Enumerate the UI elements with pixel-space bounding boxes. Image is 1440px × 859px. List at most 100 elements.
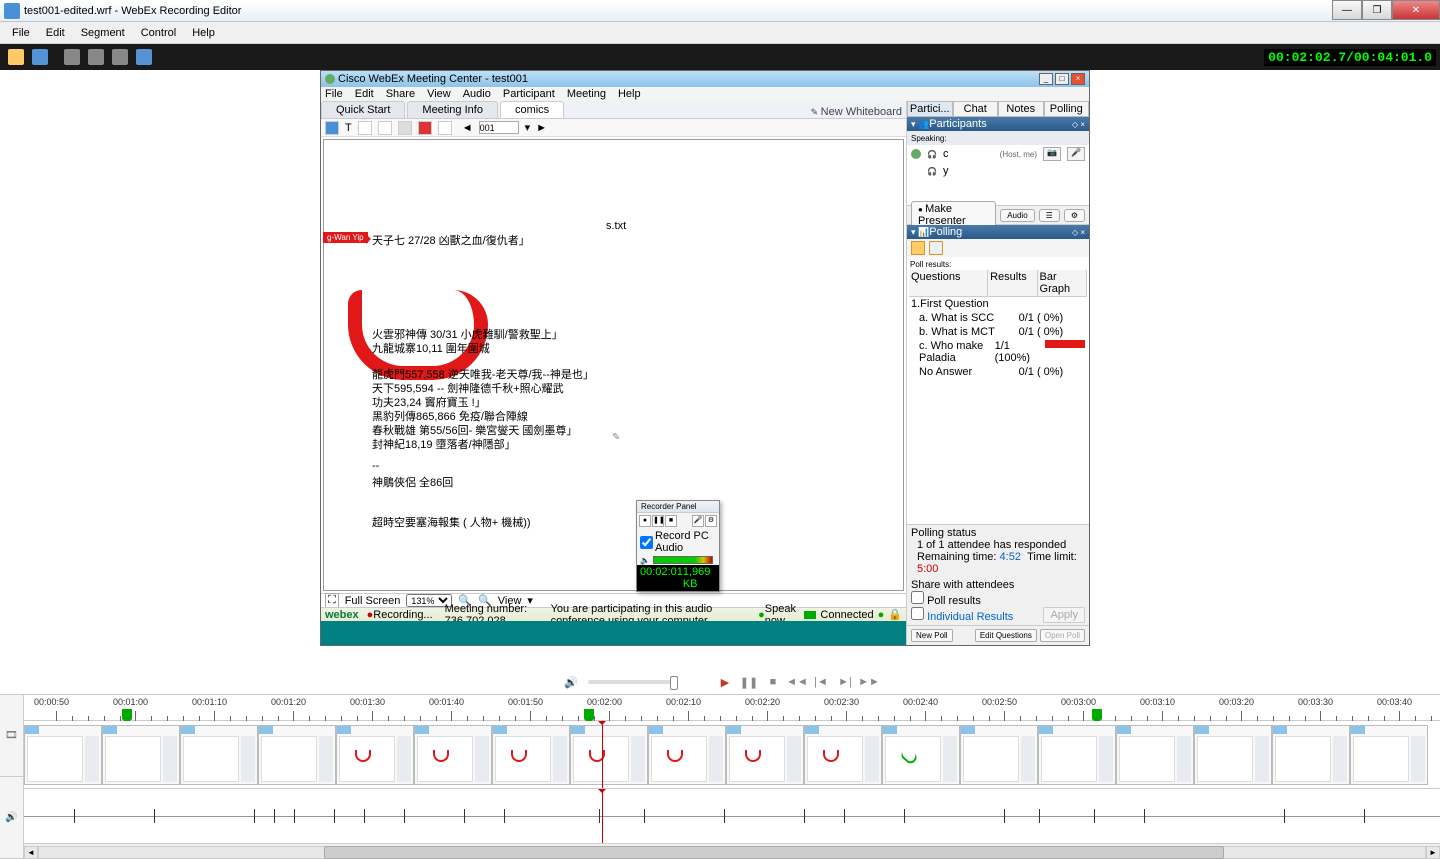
- stop-button[interactable]: ■: [766, 675, 780, 689]
- eraser-tool-icon[interactable]: [438, 121, 452, 135]
- rtab-polling[interactable]: Polling: [1044, 101, 1090, 117]
- time-ruler[interactable]: 00:00:5000:01:0000:01:1000:01:2000:01:30…: [24, 695, 1440, 721]
- thumbnail[interactable]: [336, 725, 414, 785]
- menu-edit[interactable]: Edit: [38, 25, 73, 41]
- play-button[interactable]: ▶: [718, 675, 732, 689]
- timeline-marker[interactable]: [122, 709, 132, 719]
- rec-stop-button[interactable]: ■: [665, 515, 677, 527]
- participant-row[interactable]: 🎧 y: [907, 163, 1089, 179]
- mmenu-help[interactable]: Help: [618, 88, 641, 100]
- thumbnail[interactable]: [882, 725, 960, 785]
- mmenu-meeting[interactable]: Meeting: [567, 88, 606, 100]
- mmenu-edit[interactable]: Edit: [355, 88, 374, 100]
- thumbnail[interactable]: [960, 725, 1038, 785]
- audio-track-icon[interactable]: 🔊: [0, 777, 23, 859]
- open-poll-button[interactable]: Open Poll: [1040, 629, 1085, 642]
- cut-icon[interactable]: [64, 49, 80, 65]
- thumbnail[interactable]: [726, 725, 804, 785]
- thumbnail[interactable]: [648, 725, 726, 785]
- audio-track[interactable]: [24, 789, 1440, 843]
- thumbnail[interactable]: [1116, 725, 1194, 785]
- open-icon[interactable]: [8, 49, 24, 65]
- rec-pause-button[interactable]: ❚❚: [652, 515, 664, 527]
- whiteboard-canvas[interactable]: s.txt g-Wan Yip 天子七 27/28 凶獸之血/復仇者」 火雲邪神…: [323, 139, 904, 591]
- fullscreen-button[interactable]: Full Screen: [345, 595, 401, 607]
- rec-mic-button[interactable]: 🎤: [692, 515, 704, 527]
- mmenu-share[interactable]: Share: [386, 88, 415, 100]
- timeline-marker[interactable]: [584, 709, 594, 719]
- menu-segment[interactable]: Segment: [73, 25, 133, 41]
- video-track-icon[interactable]: 🎞: [0, 695, 23, 777]
- meeting-max-button[interactable]: □: [1055, 73, 1069, 85]
- scroll-left-button[interactable]: ◄: [24, 846, 38, 859]
- maximize-button[interactable]: ❐: [1362, 0, 1392, 20]
- prev-frame-button[interactable]: ◄◄: [790, 675, 804, 689]
- volume-icon[interactable]: 🔊: [564, 675, 578, 689]
- volume-slider[interactable]: [588, 680, 678, 684]
- thumbnail[interactable]: [570, 725, 648, 785]
- rtab-participants[interactable]: Partici...: [907, 101, 953, 117]
- menu-file[interactable]: File: [4, 25, 38, 41]
- help-icon[interactable]: [136, 49, 152, 65]
- thumbnail-track[interactable]: [24, 721, 1440, 789]
- scroll-thumb[interactable]: [324, 846, 1224, 859]
- share-results-checkbox[interactable]: [911, 591, 924, 604]
- paste-icon[interactable]: [112, 49, 128, 65]
- pen-tool-icon[interactable]: [398, 121, 412, 135]
- close-button[interactable]: ✕: [1392, 0, 1440, 20]
- share-individual-checkbox[interactable]: [911, 607, 924, 620]
- tab-meetinginfo[interactable]: Meeting Info: [407, 101, 498, 118]
- mmenu-participant[interactable]: Participant: [503, 88, 555, 100]
- thumbnail[interactable]: [24, 725, 102, 785]
- menu-help[interactable]: Help: [184, 25, 223, 41]
- thumbnail[interactable]: [258, 725, 336, 785]
- thumbnail[interactable]: [804, 725, 882, 785]
- thumbnail[interactable]: [492, 725, 570, 785]
- playhead-audio[interactable]: [602, 789, 603, 843]
- thumbnail[interactable]: [1194, 725, 1272, 785]
- forward-button[interactable]: ►|: [838, 675, 852, 689]
- options-icon[interactable]: ⚙: [1064, 209, 1085, 222]
- thumbnail[interactable]: [1272, 725, 1350, 785]
- next-frame-button[interactable]: ►►: [862, 675, 876, 689]
- scroll-right-button[interactable]: ►: [1426, 846, 1440, 859]
- minimize-button[interactable]: —: [1332, 0, 1362, 20]
- save-icon[interactable]: [32, 49, 48, 65]
- list-view-icon[interactable]: ☰: [1039, 209, 1060, 222]
- menu-control[interactable]: Control: [133, 25, 184, 41]
- participant-row[interactable]: 🎧 c (Host, me) 📷 🎤: [907, 145, 1089, 163]
- rtab-chat[interactable]: Chat: [953, 101, 999, 117]
- thumbnail[interactable]: [414, 725, 492, 785]
- copy-icon[interactable]: [88, 49, 104, 65]
- thumbnail[interactable]: [1038, 725, 1116, 785]
- poll-save-icon[interactable]: [929, 241, 943, 255]
- rec-audio-checkbox[interactable]: [640, 536, 653, 549]
- video-button[interactable]: 📷: [1043, 147, 1061, 161]
- tab-quickstart[interactable]: Quick Start: [321, 101, 405, 118]
- pointer-tool-icon[interactable]: [325, 121, 339, 135]
- new-poll-button[interactable]: New Poll: [911, 629, 953, 642]
- meeting-min-button[interactable]: _: [1039, 73, 1053, 85]
- thumbnail[interactable]: [102, 725, 180, 785]
- timeline-marker[interactable]: [1092, 709, 1102, 719]
- mmenu-file[interactable]: File: [325, 88, 343, 100]
- poll-open-icon[interactable]: [911, 241, 925, 255]
- rec-settings-button[interactable]: ⚙: [705, 515, 717, 527]
- rect-tool-icon[interactable]: [378, 121, 392, 135]
- thumbnail[interactable]: [1350, 725, 1428, 785]
- playhead[interactable]: [602, 721, 603, 788]
- thumbnail[interactable]: [180, 725, 258, 785]
- audio-button[interactable]: Audio: [1000, 209, 1034, 222]
- apply-button[interactable]: Apply: [1043, 607, 1085, 623]
- color-tool-icon[interactable]: [418, 121, 432, 135]
- recorder-panel[interactable]: Recorder Panel ● ❚❚ ■ 🎤 ⚙ Record PC Audi…: [636, 500, 720, 592]
- new-whiteboard-button[interactable]: ✎ New Whiteboard: [811, 106, 902, 118]
- rec-record-button[interactable]: ●: [639, 515, 651, 527]
- page-input[interactable]: [479, 121, 519, 134]
- rewind-button[interactable]: |◄: [814, 675, 828, 689]
- meeting-close-button[interactable]: ×: [1071, 73, 1085, 85]
- tab-comics[interactable]: comics: [500, 101, 564, 118]
- mmenu-view[interactable]: View: [427, 88, 451, 100]
- mmenu-audio[interactable]: Audio: [463, 88, 491, 100]
- rtab-notes[interactable]: Notes: [998, 101, 1044, 117]
